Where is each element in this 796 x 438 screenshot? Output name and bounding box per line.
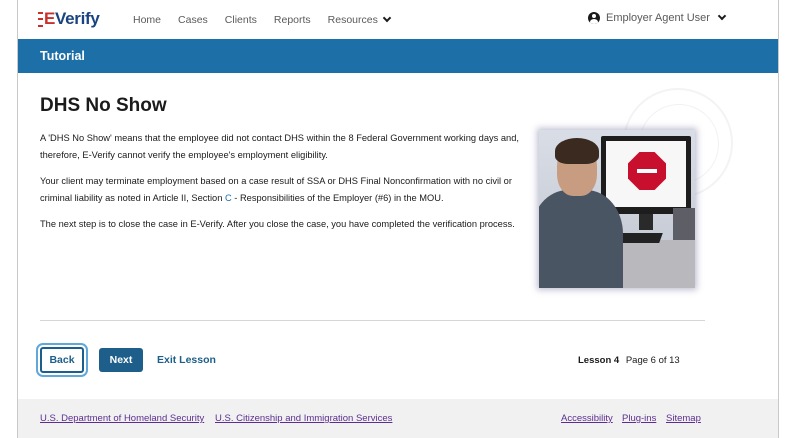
footer-link-uscis[interactable]: U.S. Citizenship and Immigration Service…	[215, 413, 392, 424]
footer-link-sitemap[interactable]: Sitemap	[666, 413, 701, 424]
next-button[interactable]: Next	[99, 348, 143, 372]
nav-resources-label: Resources	[327, 14, 378, 26]
divider	[40, 320, 705, 321]
nav-links: Home Cases Clients Reports Resources	[133, 13, 407, 26]
section-reference: C	[224, 192, 232, 203]
page-title: DHS No Show	[40, 95, 167, 116]
exit-lesson-link[interactable]: Exit Lesson	[157, 354, 216, 366]
footer-link-dhs[interactable]: U.S. Department of Homeland Security	[40, 413, 204, 424]
everify-logo[interactable]: E Verify	[38, 9, 100, 29]
user-circle-icon	[588, 12, 600, 24]
footer-link-plugins[interactable]: Plug-ins	[622, 413, 656, 424]
nav-home[interactable]: Home	[133, 14, 161, 26]
tutorial-bar: Tutorial	[18, 39, 778, 73]
chevron-down-icon	[717, 11, 727, 21]
page-indicator: Page 6 of 13	[625, 355, 680, 366]
lesson-illustration	[539, 130, 695, 288]
paragraph-definition: A 'DHS No Show' means that the employee …	[40, 133, 519, 160]
chevron-down-icon	[382, 13, 392, 23]
logo-prefix: E	[44, 9, 56, 28]
monitor	[601, 136, 691, 214]
paragraph-termination: Your client may terminate employment bas…	[40, 173, 525, 206]
nav-cases[interactable]: Cases	[178, 14, 208, 26]
footer-link-accessibility[interactable]: Accessibility	[561, 413, 613, 424]
user-menu[interactable]: Employer Agent User	[588, 11, 727, 24]
paragraph-termination-end: - Responsibilities of the Employer (#6) …	[231, 192, 444, 203]
lesson-body: A 'DHS No Show' means that the employee …	[40, 130, 525, 243]
user-label: Employer Agent User	[606, 12, 710, 24]
nav-reports[interactable]: Reports	[274, 14, 311, 26]
nav-resources[interactable]: Resources	[327, 13, 392, 26]
page-frame: E Verify Home Cases Clients Reports Resou…	[17, 0, 779, 438]
stop-sign-icon	[628, 152, 666, 190]
back-button[interactable]: Back	[36, 343, 88, 377]
tutorial-title: Tutorial	[40, 49, 85, 63]
footer: U.S. Department of Homeland Security U.S…	[18, 399, 778, 438]
lesson-progress: Lesson 4 Page 6 of 13	[578, 355, 680, 366]
person	[539, 190, 623, 288]
top-navigation: E Verify Home Cases Clients Reports Resou…	[18, 0, 778, 38]
nav-clients[interactable]: Clients	[225, 14, 257, 26]
paragraph-next-step: The next step is to close the case in E-…	[40, 219, 515, 229]
logo-flag-icon	[38, 11, 43, 27]
lesson-number: Lesson 4	[578, 355, 620, 366]
logo-suffix: Verify	[55, 9, 100, 28]
